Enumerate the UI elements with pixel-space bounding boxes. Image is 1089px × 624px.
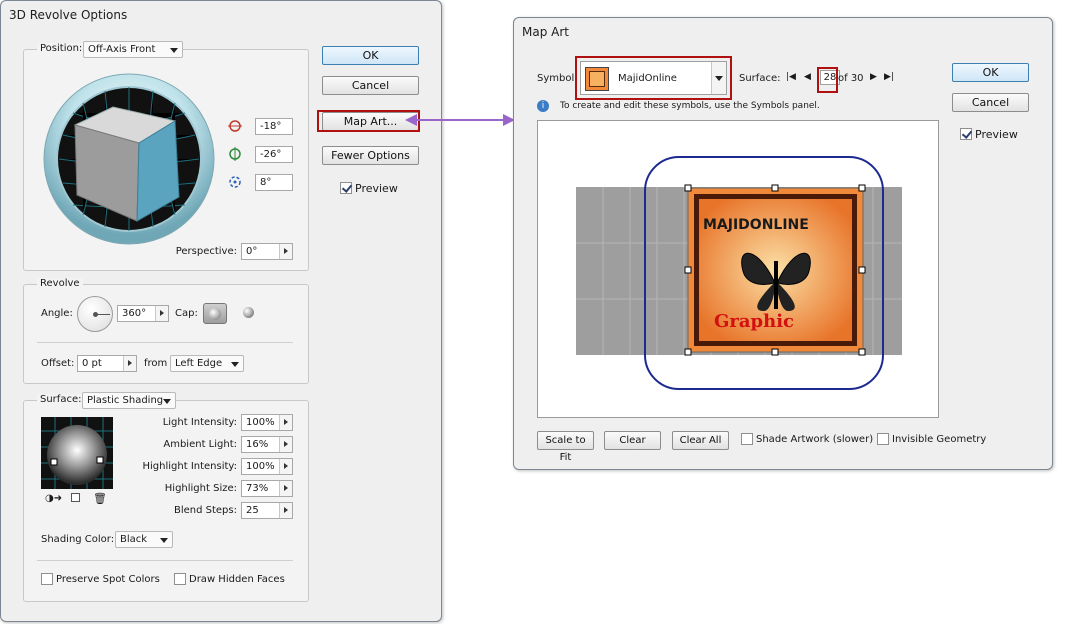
map-art-preview-checkbox[interactable] <box>960 128 972 140</box>
position-dropdown[interactable]: Off-Axis Front <box>83 41 183 58</box>
z-axis-rotate-icon <box>228 175 242 189</box>
map-art-dialog: Map Art Symbol: MajidOnline Surface: |◀ … <box>513 17 1053 470</box>
rotate-y-field[interactable]: -26° <box>255 146 293 163</box>
shading-color-dropdown[interactable]: Black <box>115 531 173 548</box>
draw-hidden-faces-label: Draw Hidden Faces <box>189 574 285 585</box>
surface-separator <box>37 560 293 561</box>
symbol-label: Symbol: <box>537 73 578 84</box>
last-surface-icon[interactable]: ▶| <box>884 72 894 82</box>
ok-button[interactable]: OK <box>322 46 419 65</box>
x-axis-rotate-icon <box>228 119 242 133</box>
preserve-spot-colors-label: Preserve Spot Colors <box>56 574 160 585</box>
offset-field[interactable]: 0 pt <box>77 355 137 372</box>
highlight-intensity-label: Highlight Intensity: <box>142 461 238 472</box>
lighting-sphere[interactable] <box>41 417 113 489</box>
preview-label: Preview <box>355 182 398 195</box>
surface-total: of 30 <box>838 73 864 84</box>
revolve-label: Revolve <box>37 278 83 289</box>
shade-artwork-label: Shade Artwork (slower) <box>756 434 874 445</box>
position-label: Position: <box>37 43 86 54</box>
rotate-x-field[interactable]: -18° <box>255 118 293 135</box>
angle-label: Angle: <box>41 308 73 319</box>
map-art-preview-label: Preview <box>975 128 1018 141</box>
revolve-separator <box>37 342 293 343</box>
art-title-text: MAJIDONLINE <box>703 217 809 233</box>
revolve-options-dialog: 3D Revolve Options Position: Off-Axis Fr… <box>0 0 442 622</box>
invisible-geometry-checkbox[interactable] <box>877 433 889 445</box>
shade-artwork-checkbox[interactable] <box>741 433 753 445</box>
from-dropdown[interactable]: Left Edge <box>170 355 244 372</box>
perspective-field[interactable]: 0° <box>241 243 293 260</box>
info-text: To create and edit these symbols, use th… <box>560 101 820 111</box>
map-art-title: Map Art <box>522 25 569 39</box>
prev-surface-icon[interactable]: ◀ <box>804 72 811 82</box>
blend-steps-field[interactable]: 25 <box>241 502 293 519</box>
surface-number-highlight <box>817 67 838 93</box>
revolve-group <box>23 284 309 384</box>
trash-icon[interactable]: 🗑 <box>93 492 107 505</box>
cap-on-button[interactable] <box>203 303 227 324</box>
cap-label: Cap: <box>175 308 198 319</box>
surface-label: Surface: <box>739 73 781 84</box>
scale-to-fit-button[interactable]: Scale to Fit <box>537 431 594 463</box>
first-surface-icon[interactable]: |◀ <box>786 72 796 82</box>
invisible-geometry-label: Invisible Geometry <box>892 434 987 445</box>
symbol-highlight <box>575 56 732 100</box>
highlight-size-field[interactable]: 73% <box>241 480 293 497</box>
surface-label: Surface: <box>37 394 85 405</box>
rotation-trackball[interactable] <box>43 73 215 245</box>
perspective-label: Perspective: <box>175 246 237 257</box>
highlight-size-label: Highlight Size: <box>164 483 237 494</box>
fewer-options-button[interactable]: Fewer Options <box>322 146 419 165</box>
info-icon: i <box>537 100 549 112</box>
shading-color-label: Shading Color: <box>41 534 115 545</box>
dialog-title: 3D Revolve Options <box>9 8 128 22</box>
art-subtitle-text: Graphic <box>714 311 794 332</box>
surface-dropdown[interactable]: Plastic Shading <box>82 392 176 409</box>
clear-all-button[interactable]: Clear All <box>672 431 729 450</box>
map-art-ok-button[interactable]: OK <box>952 63 1029 82</box>
connector-arrow <box>405 114 515 126</box>
map-art-canvas[interactable]: MAJIDONLINE Graphic <box>537 120 939 418</box>
new-light-icon[interactable] <box>71 493 80 502</box>
move-light-icon[interactable]: ◑➜ <box>45 493 62 504</box>
cap-off-button[interactable] <box>241 305 257 321</box>
preview-checkbox[interactable] <box>340 182 352 194</box>
map-art-cancel-button[interactable]: Cancel <box>952 93 1029 112</box>
from-label: from <box>144 358 168 369</box>
offset-label: Offset: <box>41 358 75 369</box>
highlight-intensity-field[interactable]: 100% <box>241 458 293 475</box>
preserve-spot-colors-checkbox[interactable] <box>41 573 53 585</box>
angle-dial[interactable] <box>77 296 113 332</box>
blend-steps-label: Blend Steps: <box>173 505 237 516</box>
ambient-light-field[interactable]: 16% <box>241 436 293 453</box>
draw-hidden-faces-checkbox[interactable] <box>174 573 186 585</box>
light-intensity-label: Light Intensity: <box>162 417 237 428</box>
clear-button[interactable]: Clear <box>604 431 661 450</box>
rotate-z-field[interactable]: 8° <box>255 174 293 191</box>
angle-field[interactable]: 360° <box>117 305 169 322</box>
next-surface-icon[interactable]: ▶ <box>870 72 877 82</box>
light-intensity-field[interactable]: 100% <box>241 414 293 431</box>
ambient-light-label: Ambient Light: <box>163 439 237 450</box>
cancel-button[interactable]: Cancel <box>322 76 419 95</box>
y-axis-rotate-icon <box>228 147 242 161</box>
